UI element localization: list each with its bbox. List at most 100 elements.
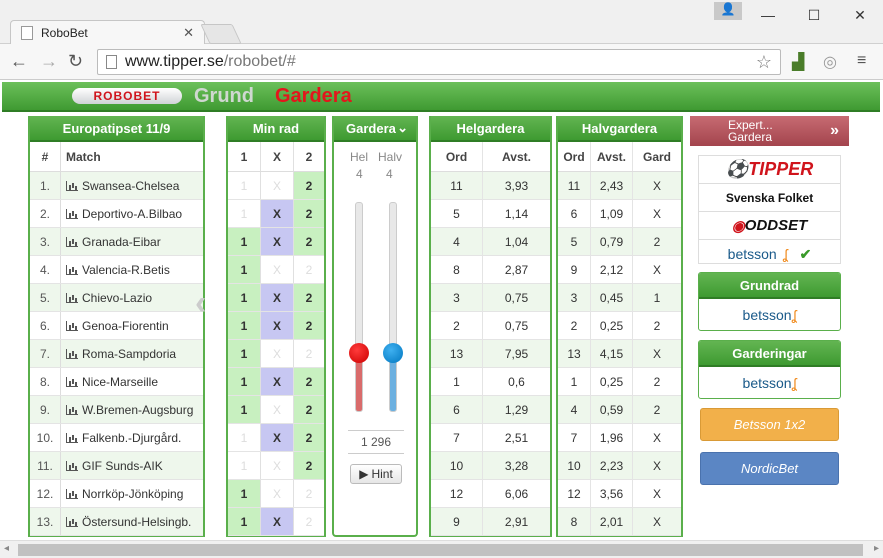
pick-2-cell[interactable]: 2 (294, 424, 324, 451)
pick-2-cell[interactable]: 2 (294, 256, 324, 283)
pick-x-cell[interactable]: X (261, 396, 294, 423)
pick-1-cell[interactable]: 1 (228, 508, 261, 535)
match-cell[interactable]: Östersund-Helsingb. (60, 508, 203, 535)
match-cell[interactable]: Valencia-R.Betis (60, 256, 203, 283)
hel-slider-knob[interactable] (349, 343, 369, 363)
pick-1-cell[interactable]: 1 (228, 452, 261, 479)
gardera-header[interactable]: Gardera ⌄ (334, 116, 416, 142)
stats-icon[interactable] (66, 460, 78, 471)
source-betsson[interactable]: betsson ʆ ✔ (699, 240, 840, 268)
pick-x-cell[interactable]: X (261, 284, 294, 311)
pick-2-cell[interactable]: 2 (294, 508, 324, 535)
user-icon[interactable]: 👤 (714, 2, 742, 20)
back-icon[interactable]: ← (10, 51, 28, 72)
pick-x-cell[interactable]: X (261, 228, 294, 255)
new-tab-button[interactable] (200, 24, 242, 44)
match-cell[interactable]: Falkenb.-Djurgård. (60, 424, 203, 451)
close-window-icon[interactable]: ✕ (837, 0, 883, 30)
pick-1-cell[interactable]: 1 (228, 396, 261, 423)
stats-icon[interactable] (66, 236, 78, 247)
pick-1-cell[interactable]: 1 (228, 368, 261, 395)
halv-slider-knob[interactable] (383, 343, 403, 363)
bookmark-star-icon[interactable]: ☆ (756, 52, 772, 73)
scrollbar-thumb[interactable] (18, 544, 863, 556)
match-cell[interactable]: Roma-Sampdoria (60, 340, 203, 367)
pick-1-cell[interactable]: 1 (228, 312, 261, 339)
stats-icon[interactable] (66, 180, 78, 191)
horizontal-scrollbar[interactable]: ◂ ▸ (0, 540, 883, 558)
nordicbet-button[interactable]: NordicBet (700, 452, 839, 485)
stats-icon[interactable] (66, 376, 78, 387)
pick-x-cell[interactable]: X (261, 424, 294, 451)
expert-dropdown[interactable]: Expert... Gardera » (690, 116, 849, 146)
pick-x-cell[interactable]: X (261, 256, 294, 283)
pick-1-cell[interactable]: 1 (228, 340, 261, 367)
stats-icon[interactable] (66, 432, 78, 443)
source-svenska-folket[interactable]: Svenska Folket (699, 184, 840, 212)
extension-icon[interactable]: ◎ (823, 52, 837, 72)
pick-x-cell[interactable]: X (261, 340, 294, 367)
scroll-left-icon[interactable]: ◂ (4, 543, 9, 554)
stats-icon[interactable] (66, 516, 78, 527)
maximize-icon[interactable]: ☐ (791, 0, 837, 30)
pick-2-cell[interactable]: 2 (294, 340, 324, 367)
pick-1-cell[interactable]: 1 (228, 480, 261, 507)
stats-icon[interactable] (66, 264, 78, 275)
close-tab-icon[interactable]: ✕ (183, 25, 194, 41)
pick-2-cell[interactable]: 2 (294, 172, 324, 199)
pick-2-cell[interactable]: 2 (294, 228, 324, 255)
chart-extension-icon[interactable]: ▟ (792, 52, 804, 72)
pick-x-cell[interactable]: X (261, 508, 294, 535)
pick-1-cell[interactable]: 1 (228, 172, 261, 199)
pick-2-cell[interactable]: 2 (294, 452, 324, 479)
pick-2-cell[interactable]: 2 (294, 200, 324, 227)
match-cell[interactable]: Swansea-Chelsea (60, 172, 203, 199)
grundrad-betsson-link[interactable]: betsson ʆ (699, 299, 840, 330)
pick-x-cell[interactable]: X (261, 312, 294, 339)
match-cell[interactable]: Nice-Marseille (60, 368, 203, 395)
stats-icon[interactable] (66, 488, 78, 499)
pick-1-cell[interactable]: 1 (228, 284, 261, 311)
browser-tab[interactable]: RoboBet ✕ (10, 20, 205, 45)
pick-x-cell[interactable]: X (261, 368, 294, 395)
hel-slider[interactable] (355, 202, 363, 412)
pick-x-cell[interactable]: X (261, 480, 294, 507)
pick-2-cell[interactable]: 2 (294, 284, 324, 311)
reload-icon[interactable]: ↻ (68, 51, 83, 72)
address-bar[interactable]: www.tipper.se/robobet/# ☆ (97, 49, 781, 75)
pick-x-cell[interactable]: X (261, 452, 294, 479)
match-cell[interactable]: Deportivo-A.Bilbao (60, 200, 203, 227)
mode-gardera-tab[interactable]: Gardera (275, 85, 352, 108)
betsson-1x2-button[interactable]: Betsson 1x2 (700, 408, 839, 441)
stats-icon[interactable] (66, 320, 78, 331)
match-cell[interactable]: Chievo-Lazio (60, 284, 203, 311)
chevron-left-icon[interactable]: ‹ (195, 284, 206, 323)
pick-2-cell[interactable]: 2 (294, 368, 324, 395)
stats-icon[interactable] (66, 404, 78, 415)
pick-1-cell[interactable]: 1 (228, 228, 261, 255)
menu-icon[interactable]: ≡ (857, 52, 866, 70)
pick-2-cell[interactable]: 2 (294, 480, 324, 507)
pick-x-cell[interactable]: X (261, 172, 294, 199)
minimize-icon[interactable]: — (745, 0, 791, 30)
match-cell[interactable]: Genoa-Fiorentin (60, 312, 203, 339)
pick-x-cell[interactable]: X (261, 200, 294, 227)
hint-button[interactable]: ▶ Hint (350, 464, 402, 484)
source-oddset[interactable]: ◉ ODDSET (699, 212, 840, 240)
stats-icon[interactable] (66, 208, 78, 219)
garderingar-betsson-link[interactable]: betsson ʆ (699, 367, 840, 398)
pick-1-cell[interactable]: 1 (228, 200, 261, 227)
forward-icon[interactable]: → (40, 51, 58, 72)
stats-icon[interactable] (66, 348, 78, 359)
pick-1-cell[interactable]: 1 (228, 256, 261, 283)
halv-slider[interactable] (389, 202, 397, 412)
match-cell[interactable]: Norrköp-Jönköping (60, 480, 203, 507)
stats-icon[interactable] (66, 292, 78, 303)
pick-2-cell[interactable]: 2 (294, 396, 324, 423)
pick-2-cell[interactable]: 2 (294, 312, 324, 339)
scroll-right-icon[interactable]: ▸ (874, 543, 879, 554)
mode-grund-tab[interactable]: Grund (194, 85, 254, 108)
match-cell[interactable]: GIF Sunds-AIK (60, 452, 203, 479)
match-cell[interactable]: Granada-Eibar (60, 228, 203, 255)
source-tipper[interactable]: ⚽ TIPPER (699, 156, 840, 184)
